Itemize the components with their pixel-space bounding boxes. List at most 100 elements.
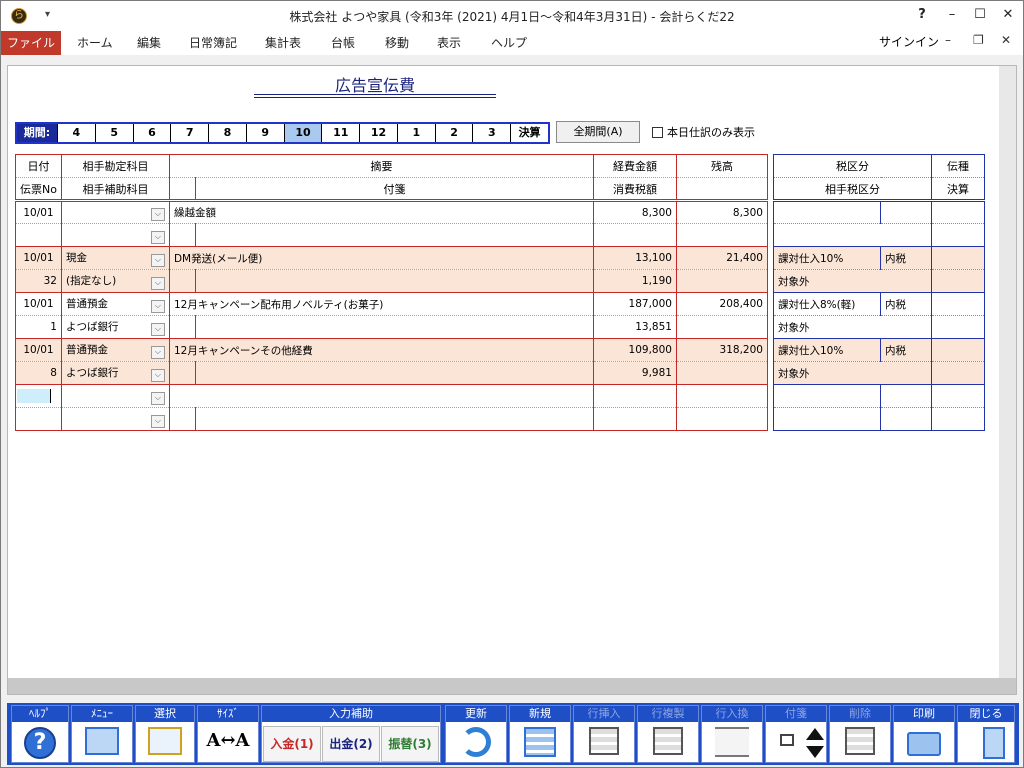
new-date-input[interactable] [15, 384, 62, 408]
delete-button[interactable]: 削除 [829, 705, 891, 763]
dropdown-icon[interactable]: ⌵ [150, 253, 165, 267]
menu-move[interactable]: 移動 [385, 31, 409, 55]
doc-restore-button[interactable]: ❐ [973, 33, 984, 47]
row-memo[interactable] [194, 223, 594, 247]
period-month-2[interactable]: 2 [434, 124, 473, 142]
period-month-10[interactable]: 10 [283, 124, 322, 142]
tax-class-cell[interactable]: 課対仕入8%(軽) [773, 292, 881, 316]
row-memo-flag[interactable] [168, 361, 196, 385]
withdraw-button[interactable]: 出金(2) [322, 726, 380, 762]
settlement-cell[interactable] [931, 269, 985, 293]
row-memo-flag[interactable] [168, 315, 196, 339]
menu-button[interactable]: ﾒﾆｭｰ [71, 705, 133, 763]
menu-view[interactable]: 表示 [437, 31, 461, 55]
new-button[interactable]: 新規 [509, 705, 571, 763]
row-amount[interactable]: 187,000 [592, 292, 677, 316]
new-entry-row[interactable]: ⌵ [15, 384, 768, 408]
slip-type-cell[interactable] [931, 200, 985, 224]
row-summary[interactable]: DM発送(メール便) [168, 246, 594, 270]
period-month-5[interactable]: 5 [94, 124, 133, 142]
maximize-button[interactable]: ☐ [969, 5, 991, 25]
doc-minimize-button[interactable]: – [945, 33, 951, 47]
row-swap-button[interactable]: 行入換 [701, 705, 763, 763]
close-button[interactable]: 閉じる [957, 705, 1015, 763]
period-month-6[interactable]: 6 [132, 124, 171, 142]
new-memo-flag[interactable] [168, 407, 196, 431]
settlement-cell[interactable] [931, 407, 985, 431]
row-account[interactable]: ⌵ 普通預金 [60, 338, 170, 362]
row-memo[interactable] [194, 269, 594, 293]
table-row[interactable]: 32 ⌵ (指定なし) 1,190 [15, 269, 768, 293]
all-period-button[interactable]: 全期間(A) [556, 121, 640, 143]
partner-tax-cell[interactable] [880, 407, 932, 431]
row-voucher[interactable]: 8 [15, 361, 62, 385]
tax-incl-cell[interactable] [880, 200, 932, 224]
row-tax[interactable]: 9,981 [592, 361, 677, 385]
deposit-button[interactable]: 入金(1) [263, 726, 321, 762]
help-question-button[interactable]: ? [911, 5, 933, 25]
row-tax[interactable]: 13,851 [592, 315, 677, 339]
row-memo-flag[interactable] [168, 269, 196, 293]
period-month-8[interactable]: 8 [208, 124, 246, 142]
row-copy-button[interactable]: 行複製 [637, 705, 699, 763]
row-subaccount[interactable]: ⌵ よつば銀行 [60, 361, 170, 385]
tax-incl-cell[interactable]: 内税 [880, 246, 932, 270]
partner-tax-cell[interactable]: 対象外 [773, 315, 932, 339]
vertical-scrollbar[interactable] [999, 66, 1016, 678]
select-button[interactable]: 選択 [135, 705, 195, 763]
row-subaccount[interactable]: ⌵ [60, 223, 170, 247]
row-memo-flag[interactable] [168, 223, 196, 247]
tax-incl-cell[interactable]: 内税 [880, 338, 932, 362]
new-subaccount[interactable]: ⌵ [60, 407, 170, 431]
new-amount[interactable] [592, 384, 677, 408]
table-row[interactable]: 10/01 ⌵ 普通預金 12月キャンペーン配布用ノベルティ(お菓子) 187,0… [15, 292, 768, 316]
row-subaccount[interactable]: ⌵ よつば銀行 [60, 315, 170, 339]
slip-type-cell[interactable] [931, 384, 985, 408]
dropdown-icon[interactable]: ⌵ [150, 230, 165, 244]
period-month-7[interactable]: 7 [170, 124, 208, 142]
row-voucher[interactable]: 1 [15, 315, 62, 339]
tax-class-cell[interactable]: 課対仕入10% [773, 246, 881, 270]
partner-tax-cell[interactable]: 対象外 [773, 269, 932, 293]
text-cursor[interactable] [17, 389, 51, 403]
row-insert-button[interactable]: 行挿入 [573, 705, 635, 763]
row-tax[interactable]: 1,190 [592, 269, 677, 293]
dropdown-icon[interactable]: ⌵ [150, 322, 165, 336]
row-account[interactable]: ⌵ 普通預金 [60, 292, 170, 316]
row-date[interactable]: 10/01 [15, 338, 62, 362]
period-settlement[interactable]: 決算 [510, 124, 548, 142]
row-amount[interactable]: 8,300 [592, 200, 677, 224]
print-button[interactable]: 印刷 [893, 705, 955, 763]
help-button[interactable]: ﾍﾙﾌﾟ ? [11, 705, 69, 763]
row-summary[interactable]: 12月キャンペーン配布用ノベルティ(お菓子) [168, 292, 594, 316]
menu-file[interactable]: ファイル [1, 31, 61, 55]
partner-tax-cell[interactable] [773, 407, 881, 431]
sticky-button[interactable]: 付箋 [765, 705, 827, 763]
settlement-cell[interactable] [931, 361, 985, 385]
sticky-up-icon[interactable] [806, 728, 824, 740]
row-account[interactable]: ⌵ [60, 200, 170, 224]
size-button[interactable]: ｻｲｽﾞ A↔A [197, 705, 259, 763]
dropdown-icon[interactable]: ⌵ [150, 391, 165, 405]
table-row[interactable]: 10/01 ⌵ 現金 DM発送(メール便) 13,100 21,400 [15, 246, 768, 270]
tax-class-cell[interactable] [773, 200, 881, 224]
menu-summary[interactable]: 集計表 [265, 31, 301, 55]
partner-tax-cell[interactable] [773, 223, 932, 247]
today-only-checkbox[interactable]: 本日仕訳のみ表示 [652, 124, 755, 140]
settlement-cell[interactable] [931, 223, 985, 247]
period-month-4[interactable]: 4 [57, 124, 95, 142]
horizontal-scrollbar[interactable] [8, 678, 1016, 694]
row-date[interactable]: 10/01 [15, 200, 62, 224]
dropdown-icon[interactable]: ⌵ [150, 276, 165, 290]
menu-help[interactable]: ヘルプ [491, 31, 527, 55]
tax-class-cell[interactable]: 課対仕入10% [773, 338, 881, 362]
partner-tax-cell[interactable]: 対象外 [773, 361, 932, 385]
dropdown-icon[interactable]: ⌵ [150, 414, 165, 428]
dropdown-icon[interactable]: ⌵ [150, 299, 165, 313]
row-summary[interactable]: 繰越金額 [168, 200, 594, 224]
checkbox-box[interactable] [652, 127, 663, 138]
period-month-3[interactable]: 3 [472, 124, 510, 142]
menu-daily-bookkeeping[interactable]: 日常簿記 [189, 31, 237, 55]
period-month-12[interactable]: 12 [359, 124, 397, 142]
transfer-button[interactable]: 振替(3) [381, 726, 439, 762]
